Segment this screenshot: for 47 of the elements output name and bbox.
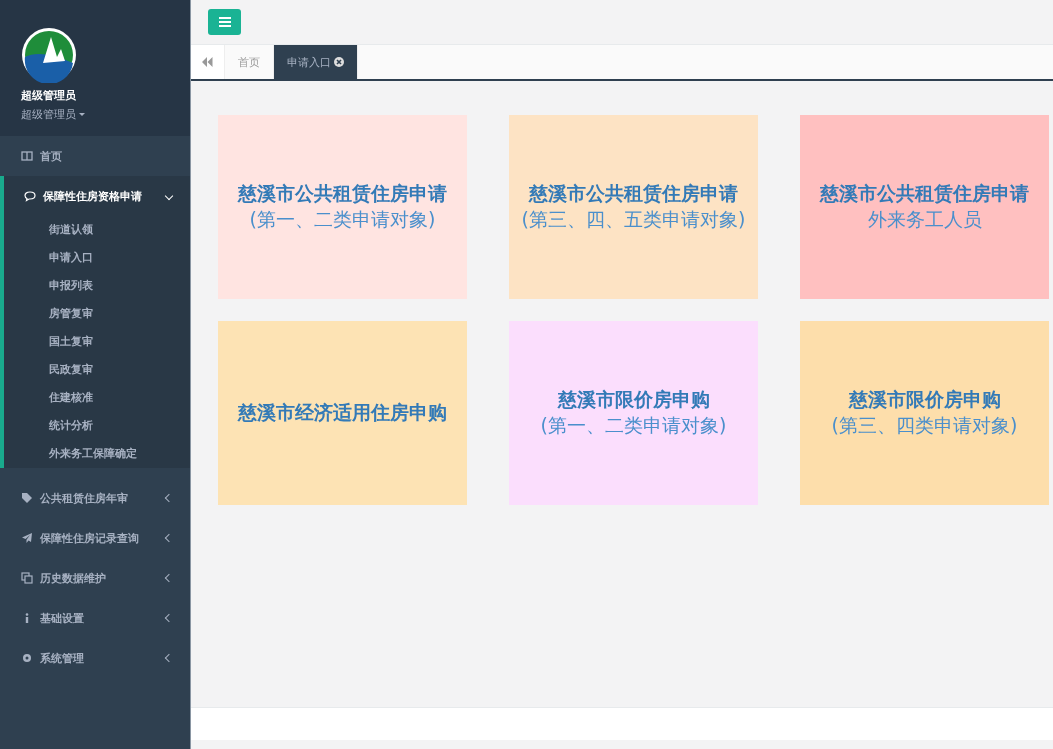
- menu-item[interactable]: 保障性住房资格申请: [4, 176, 190, 216]
- copy-icon: [21, 572, 33, 584]
- submenu-item[interactable]: 统计分析: [4, 412, 190, 440]
- menu-item[interactable]: 系统管理: [0, 638, 190, 678]
- application-tile[interactable]: 慈溪市经济适用住房申购: [218, 321, 467, 505]
- submenu-item[interactable]: 房管复审: [4, 300, 190, 328]
- tile-subtitle: (第一、二类申请对象): [540, 413, 727, 438]
- application-tile[interactable]: 慈溪市限价房申购 (第一、二类申请对象): [509, 321, 758, 505]
- menu-item[interactable]: 历史数据维护: [0, 558, 190, 598]
- tab[interactable]: 申请入口: [274, 45, 358, 79]
- tile-subtitle: (第三、四类申请对象): [831, 413, 1018, 438]
- user-name: 超级管理员: [21, 88, 77, 103]
- menu-item[interactable]: 保障性住房记录查询: [0, 518, 190, 558]
- application-tile[interactable]: 慈溪市公共租赁住房申请 (第三、四、五类申请对象): [509, 115, 758, 299]
- close-icon[interactable]: [334, 57, 344, 67]
- submenu-item[interactable]: 街道认领: [4, 216, 190, 244]
- menu-item[interactable]: 首页: [0, 136, 190, 176]
- submenu-item[interactable]: 住建核准: [4, 384, 190, 412]
- application-tile[interactable]: 慈溪市公共租赁住房申请 外来务工人员: [800, 115, 1049, 299]
- tile-title: 慈溪市限价房申购: [557, 387, 710, 412]
- tile-title: 慈溪市公共租赁住房申请: [529, 181, 738, 206]
- logo-icon: [21, 27, 77, 83]
- submenu-item[interactable]: 国土复审: [4, 328, 190, 356]
- menu-item[interactable]: 基础设置: [0, 598, 190, 638]
- application-tile[interactable]: 慈溪市公共租赁住房申请 (第一、二类申请对象): [218, 115, 467, 299]
- scroll-left-button[interactable]: [191, 45, 225, 79]
- user-role-dropdown[interactable]: 超级管理员: [21, 107, 85, 122]
- tile-title: 慈溪市公共租赁住房申请: [238, 181, 447, 206]
- plane-icon: [21, 532, 33, 544]
- tag-icon: [21, 492, 33, 504]
- submenu-item[interactable]: 申请入口: [4, 244, 190, 272]
- application-tile[interactable]: 慈溪市限价房申购 (第三、四类申请对象): [800, 321, 1049, 505]
- tile-title: 慈溪市限价房申购: [848, 387, 1001, 412]
- tile-subtitle: (第三、四、五类申请对象): [521, 207, 746, 232]
- chat-icon: [24, 190, 36, 202]
- tile-title: 慈溪市公共租赁住房申请: [820, 181, 1029, 206]
- menu-item[interactable]: 公共租赁住房年审: [0, 478, 190, 518]
- menu-icon: [218, 17, 231, 27]
- tile-title: 慈溪市经济适用住房申购: [238, 400, 447, 425]
- columns-icon: [21, 150, 33, 162]
- submenu-item[interactable]: 外来务工保障确定: [4, 440, 190, 468]
- tile-subtitle: 外来务工人员: [867, 207, 982, 232]
- submenu-item[interactable]: 民政复审: [4, 356, 190, 384]
- menu-toggle-button[interactable]: [208, 9, 241, 35]
- tile-subtitle: (第一、二类申请对象): [249, 207, 436, 232]
- double-left-arrow-icon: [202, 57, 213, 67]
- submenu-item[interactable]: 申报列表: [4, 272, 190, 300]
